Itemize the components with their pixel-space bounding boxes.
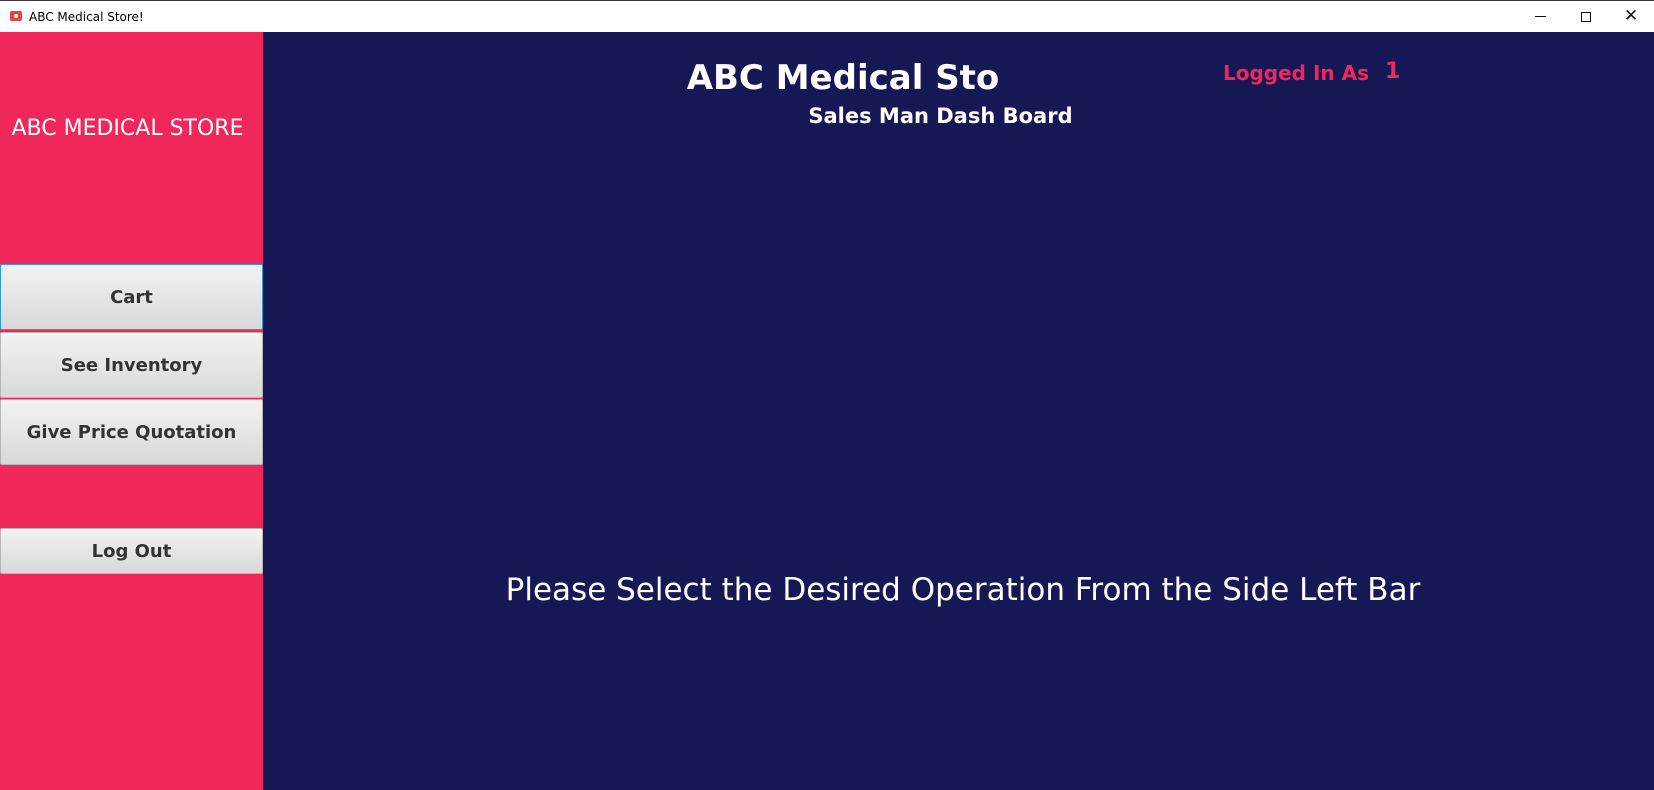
minimize-button[interactable] — [1517, 1, 1563, 32]
close-icon: ✕ — [1623, 6, 1639, 26]
logged-in-user: 1 — [1385, 59, 1401, 84]
give-price-quotation-button[interactable]: Give Price Quotation — [0, 399, 263, 465]
log-out-button[interactable]: Log Out — [0, 528, 263, 574]
logged-in-label: Logged In As — [1223, 61, 1369, 85]
window-title: ABC Medical Store! — [29, 10, 144, 24]
app-window: ABC Medical Store! ✕ ABC MEDICAL STORE C… — [0, 0, 1654, 790]
cart-button[interactable]: Cart — [0, 264, 263, 330]
dashboard-subtitle: Sales Man Dash Board — [808, 104, 1073, 128]
title-bar: ABC Medical Store! ✕ — [0, 0, 1654, 32]
app-icon — [10, 11, 22, 21]
instruction-text: Please Select the Desired Operation From… — [505, 572, 1421, 608]
see-inventory-button[interactable]: See Inventory — [0, 332, 263, 398]
maximize-button[interactable] — [1563, 1, 1609, 32]
sidebar: ABC MEDICAL STORE Cart See Inventory Giv… — [0, 32, 263, 790]
close-button[interactable]: ✕ — [1608, 1, 1654, 32]
main-panel: ABC Medical Sto Sales Man Dash Board Log… — [263, 32, 1654, 790]
maximize-icon — [1581, 11, 1591, 22]
sidebar-brand: ABC MEDICAL STORE — [11, 116, 244, 141]
minimize-icon — [1534, 16, 1546, 17]
